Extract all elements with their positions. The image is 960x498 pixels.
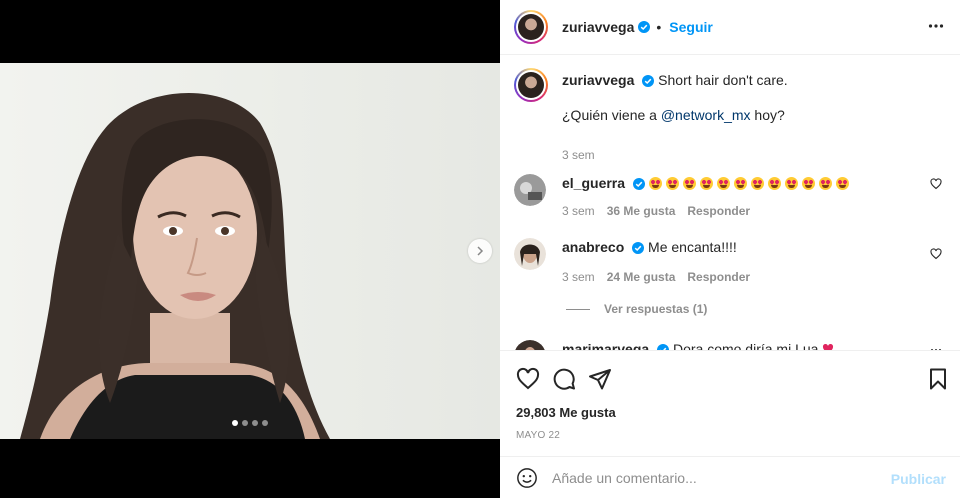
post-header: zuriavvega • Seguir [500, 0, 960, 55]
carousel-dot [262, 420, 268, 426]
heart-eyes-emoji-icon [784, 177, 798, 190]
heart-eyes-emoji-icon [767, 177, 781, 190]
heart-eyes-emoji-icon [835, 177, 849, 190]
commenter-avatar[interactable] [514, 340, 546, 350]
view-replies-button[interactable]: Ver respuestas (1) [566, 302, 707, 316]
carousel-dot [252, 420, 258, 426]
likes-count[interactable]: 29,803 Me gusta [516, 405, 616, 420]
like-heart-icon[interactable] [516, 367, 540, 391]
caption-avatar[interactable] [514, 68, 548, 102]
heart-eyes-emoji-icon [818, 177, 832, 190]
follow-button[interactable]: Seguir [669, 19, 713, 35]
reply-button[interactable]: Responder [687, 204, 750, 218]
comment-time: 3 sem [562, 204, 595, 218]
carousel-dot-active [232, 420, 238, 426]
comment-meta: 3 sem 36 Me gusta Responder [562, 204, 750, 218]
heart-eyes-emoji-icon [733, 177, 747, 190]
reply-button[interactable]: Responder [687, 270, 750, 284]
emoji-picker-icon[interactable] [516, 467, 538, 489]
commenter-avatar[interactable] [514, 174, 546, 206]
verified-badge-icon [638, 21, 651, 33]
heart-eyes-emoji-icon [801, 177, 815, 190]
caption-username[interactable]: zuriavvega [562, 72, 634, 88]
red-heart-emoji-icon [823, 343, 834, 350]
caption-text-line2: ¿Quién viene a @network_mx hoy? [562, 107, 785, 123]
carousel-dot [242, 420, 248, 426]
like-comment-heart-icon[interactable] [930, 178, 942, 190]
comment-text: Me encanta!!!! [648, 239, 737, 255]
comment-time: 3 sem [562, 270, 595, 284]
more-options-icon[interactable] [928, 18, 944, 34]
heart-eyes-emoji-icon [682, 177, 696, 190]
verified-badge-icon [632, 178, 645, 191]
mention-link[interactable]: @network_mx [661, 107, 751, 123]
portrait-illustration [20, 93, 330, 439]
heart-eyes-emoji-icon [716, 177, 730, 190]
heart-eyes-emoji-icon [665, 177, 679, 190]
comment-username[interactable]: el_guerra [562, 175, 625, 191]
header-separator: • [656, 19, 662, 35]
heart-eyes-emoji-icon [750, 177, 764, 190]
verified-badge-icon [642, 75, 655, 88]
like-comment-heart-icon[interactable] [930, 248, 942, 260]
comment-input[interactable] [552, 465, 882, 491]
comment-username[interactable]: anabreco [562, 239, 624, 255]
comment-likes[interactable]: 24 Me gusta [607, 270, 676, 284]
post-actions: 29,803 Me gusta MAYO 22 [500, 350, 960, 454]
comment-username[interactable]: marimarvega [562, 341, 649, 350]
post-photo[interactable] [0, 63, 500, 439]
post-panel: zuriavvega • Seguir zuriavvega Short hai… [500, 0, 960, 498]
comments-list: zuriavvega Short hair don't care. ¿Quién… [500, 56, 960, 350]
caption-time: 3 sem [562, 148, 595, 162]
publish-button[interactable]: Publicar [891, 471, 946, 487]
comment-meta: 3 sem 24 Me gusta Responder [562, 270, 750, 284]
save-bookmark-icon[interactable] [926, 367, 950, 391]
media-area [0, 0, 500, 498]
heart-eyes-emoji-icon [699, 177, 713, 190]
replies-divider [566, 308, 590, 310]
verified-badge-icon [632, 242, 645, 255]
chevron-right-icon [477, 246, 484, 256]
comment-likes[interactable]: 36 Me gusta [607, 204, 676, 218]
comment-text: Dora como diría mi Lua [672, 341, 819, 350]
caption-text-line1: Short hair don't care. [658, 72, 788, 88]
comment-bubble-icon[interactable] [552, 367, 576, 391]
comment-composer: Publicar [500, 456, 960, 498]
carousel-indicator [232, 420, 268, 426]
author-username[interactable]: zuriavvega [562, 19, 634, 35]
author-avatar[interactable] [514, 10, 548, 44]
carousel-next-button[interactable] [468, 239, 492, 263]
commenter-avatar[interactable] [514, 238, 546, 270]
heart-eyes-emoji-icon [648, 177, 662, 190]
post-modal: zuriavvega • Seguir zuriavvega Short hai… [0, 0, 960, 498]
post-date[interactable]: MAYO 22 [516, 430, 560, 441]
comment-emoji-text [648, 175, 853, 191]
share-paper-plane-icon[interactable] [588, 367, 612, 391]
